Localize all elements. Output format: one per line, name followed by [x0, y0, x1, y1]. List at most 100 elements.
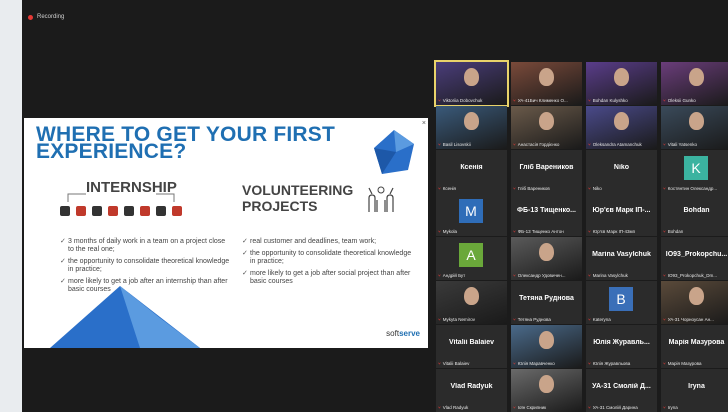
mic-muted-icon: ⑂ [513, 141, 516, 147]
mic-muted-icon: ⑂ [588, 360, 591, 366]
participant-label-text: Юр'єв Марк ІП-43мп [592, 229, 636, 235]
logo-part-a: soft [386, 329, 400, 338]
participant-label-text: Ксенія [442, 185, 456, 191]
volunteering-title: VOLUNTEERING PROJECTS [242, 182, 353, 214]
participant-label: ⑂ Юлія Маравченко [513, 361, 580, 366]
close-icon[interactable]: × [422, 120, 426, 127]
mic-muted-icon: ⑂ [588, 317, 591, 322]
participant-label: ⑂ Bohdan Kulyshko [588, 98, 655, 103]
mic-muted-icon: ⑂ [588, 185, 591, 191]
participant-label: ⑂ УА-41Бич Клименко О... [513, 98, 580, 103]
volunteering-title-line1: VOLUNTEERING [242, 182, 354, 198]
mic-muted-icon: ⑂ [663, 317, 666, 322]
avatar: B [609, 287, 633, 311]
person-silhouette-icon [539, 374, 554, 393]
participant-tile[interactable]: B ⑂ Kateryna [586, 281, 657, 324]
participant-tile[interactable]: Vitalii Balaiev ⑂ Vitalii Balaiev [436, 324, 507, 368]
participant-label: ⑂ Vitalii Balaiev [438, 361, 505, 366]
participant-tile[interactable]: IO93_Prokopchu... ⑂ IO93_Prokopchuk_Dm... [661, 237, 728, 281]
participant-tile[interactable]: Юр'єв Марк ІП-... ⑂ Юр'єв Марк ІП-43мп [586, 193, 657, 237]
bullet-item: the opportunity to consolidate theoretic… [60, 258, 230, 274]
participant-tile[interactable]: ⑂ Basil Lisovskii [436, 105, 507, 149]
participant-label-text: Marina Vasylchuk [592, 273, 628, 279]
participant-tile[interactable]: ⑂ Анастасія Гордієнко [511, 105, 582, 149]
participant-label-text: Vitali Yatsenko [667, 141, 697, 147]
person-silhouette-icon [689, 287, 704, 305]
participant-name: Юлія Журавль... [593, 338, 650, 346]
step-icon [60, 206, 70, 216]
participant-tile[interactable]: A ⑂ Андрій Бут [436, 237, 507, 281]
participant-tile[interactable]: УА-31 Смолій Д... ⑂ УА-31 Смолій Дарина [586, 368, 657, 412]
participant-label-text: Анастасія Гордієнко [517, 141, 560, 147]
participant-label: ⑂ Kateryna [588, 317, 655, 322]
participant-label: ⑂ Анастасія Гордієнко [513, 142, 580, 147]
participant-label-text: Oleksandra Atamanchuk [592, 141, 642, 147]
participant-tile[interactable]: ⑂ Oleksandra Atamanchuk [586, 105, 657, 149]
participant-label: ⑂ ФБ-13 Тищенко Антон [513, 229, 580, 234]
participant-label-text: Юлія Маравченко [517, 360, 555, 366]
participant-label-text: УА-31 Смолій Дарина [592, 404, 638, 410]
participant-tile[interactable]: Vlad Radyuk ⑂ Vlad Radyuk [436, 368, 507, 412]
participant-name: Тетяна Руднова [519, 295, 574, 302]
bullet-item: the opportunity to consolidate theoretic… [242, 250, 412, 266]
participant-label: ⑂ Андрій Бут [438, 273, 505, 278]
mic-muted-icon: ⑂ [438, 404, 441, 410]
participant-tile[interactable]: ⑂ Vitali Yatsenko [661, 105, 728, 149]
participant-tile[interactable]: ⑂ Bohdan Kulyshko [586, 62, 657, 105]
mic-muted-icon: ⑂ [438, 317, 441, 322]
participant-label-text: Oleksii Gunko [667, 98, 696, 103]
participant-label: ⑂ Ксенія [438, 186, 505, 191]
participant-label: ⑂ Юлія Журавльова [588, 361, 655, 366]
participant-label-text: Костянтин Олександр... [667, 185, 718, 191]
participant-label-text: Mykyta Nemirov [442, 317, 475, 322]
participant-tile[interactable]: Niko ⑂ Niko [586, 149, 657, 193]
participant-label-text: Niko [592, 185, 602, 191]
mic-muted-icon: ⑂ [513, 98, 516, 103]
participant-tile[interactable]: Ксенія ⑂ Ксенія [436, 149, 507, 193]
mic-muted-icon: ⑂ [588, 404, 591, 410]
participant-tile[interactable]: ⑂ Mykyta Nemirov [436, 281, 507, 324]
participant-tile[interactable]: Марія Мазурова ⑂ Марія Мазурова [661, 324, 728, 368]
person-silhouette-icon [464, 111, 479, 130]
participant-tile[interactable]: Гліб Вареников ⑂ Гліб Вареников [511, 149, 582, 193]
participant-tile[interactable]: Bohdan ⑂ Bohdan [661, 193, 728, 237]
bullet-item: more likely to get a job after social pr… [242, 270, 412, 286]
participant-tile[interactable]: Юлія Журавль... ⑂ Юлія Журавльова [586, 324, 657, 368]
participant-tile[interactable]: ⑂ Oleksii Gunko [661, 62, 728, 105]
process-icons [60, 206, 182, 216]
participant-label: ⑂ Niko [588, 186, 655, 191]
participant-label-text: Kateryna [592, 317, 611, 322]
participant-tile[interactable]: ФБ-13 Тищенко... ⑂ ФБ-13 Тищенко Антон [511, 193, 582, 237]
participant-tile[interactable]: ⑂ УА-41Бич Клименко О... [511, 62, 582, 105]
participant-tile[interactable]: M ⑂ Mykola [436, 193, 507, 237]
person-silhouette-icon [614, 68, 629, 86]
person-silhouette-icon [614, 111, 629, 130]
participant-tile[interactable]: ⑂ Юлія Маравченко [511, 324, 582, 368]
participant-tile[interactable]: ⑂ Viktoriia Dobovchuk [434, 60, 509, 107]
participant-label-text: Олександр Удовичен... [517, 273, 566, 279]
decorative-shape [50, 286, 200, 348]
mic-muted-icon: ⑂ [663, 141, 666, 147]
meeting-window: Recording × WHERE TO GET YOUR FIRST EXPE… [22, 0, 728, 412]
participant-tile[interactable]: K ⑂ Костянтин Олександр... [661, 149, 728, 193]
person-silhouette-icon [539, 111, 554, 130]
participant-tile[interactable]: Marina Vasylchuk ⑂ Marina Vasylchuk [586, 237, 657, 281]
participant-label-text: УА-41Бич Клименко О... [517, 98, 568, 103]
step-icon [108, 206, 118, 216]
participant-label-text: Mykola [442, 229, 457, 235]
recording-indicator: Recording [28, 14, 64, 20]
blue-gem-icon [374, 130, 414, 174]
participant-tile[interactable]: ⑂ Іоїн Скрипник [511, 368, 582, 412]
shared-screen: × WHERE TO GET YOUR FIRST EXPERIENCE? IN… [24, 118, 428, 348]
participant-tile[interactable]: ⑂ Олександр Удовичен... [511, 237, 582, 281]
step-icon [76, 206, 86, 216]
participant-name: Iryna [688, 382, 705, 390]
participant-tile[interactable]: Iryna ⑂ Iryna [661, 368, 728, 412]
participant-tile[interactable]: ⑂ УА-31 Чорноусан Ан... [661, 281, 728, 324]
participant-label-text: Viktoriia Dobovchuk [442, 98, 483, 103]
participant-tile[interactable]: Тетяна Руднова ⑂ Тетяна Руднова [511, 281, 582, 324]
mic-muted-icon: ⑂ [438, 360, 441, 366]
slide-title: WHERE TO GET YOUR FIRST EXPERIENCE? [36, 124, 335, 162]
mic-muted-icon: ⑂ [663, 185, 666, 191]
avatar: A [459, 243, 483, 268]
